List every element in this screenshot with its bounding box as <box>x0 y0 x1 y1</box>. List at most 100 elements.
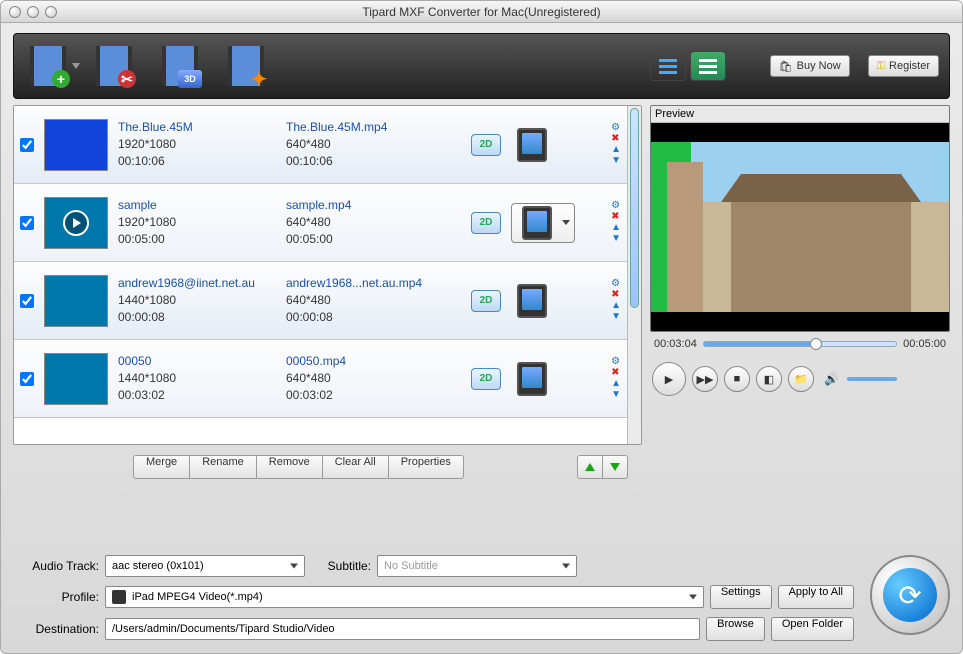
volume-slider[interactable] <box>847 377 897 381</box>
device-select[interactable] <box>511 203 575 243</box>
file-list: The.Blue.45M1920*108000:10:06 The.Blue.4… <box>13 105 642 445</box>
arrow-down-icon[interactable]: ▼ <box>611 234 621 244</box>
ipad-icon <box>517 128 547 162</box>
arrow-up-icon[interactable]: ▲ <box>611 301 621 311</box>
minimize-icon[interactable] <box>27 6 39 18</box>
wand-icon: ✦ <box>250 70 268 88</box>
arrow-down-icon <box>610 463 620 471</box>
table-row[interactable]: The.Blue.45M1920*108000:10:06 The.Blue.4… <box>14 106 627 184</box>
ipad-icon <box>517 362 547 396</box>
gear-icon[interactable]: ⚙ <box>611 279 621 289</box>
three-d-button[interactable]: 3D <box>156 42 204 90</box>
sync-icon: ⟳ <box>883 568 937 622</box>
thumbnail[interactable] <box>44 119 108 171</box>
table-row[interactable]: sample1920*108000:05:00 sample.mp4640*48… <box>14 184 627 262</box>
delete-icon[interactable]: ✖ <box>611 368 621 378</box>
detail-view-button[interactable] <box>690 51 726 81</box>
arrow-up-icon[interactable]: ▲ <box>611 145 621 155</box>
gear-icon[interactable]: ⚙ <box>611 201 621 211</box>
subtitle-select[interactable]: No Subtitle <box>377 555 577 577</box>
delete-icon[interactable]: ✖ <box>611 212 621 222</box>
chevron-down-icon <box>562 220 570 225</box>
row-checkbox[interactable] <box>20 138 34 152</box>
volume-icon[interactable]: 🔊 <box>824 372 839 386</box>
ipad-icon <box>112 590 126 604</box>
move-up-button[interactable] <box>577 455 603 479</box>
table-row[interactable]: 000501440*108000:03:02 00050.mp4640*4800… <box>14 340 627 418</box>
arrow-down-icon[interactable]: ▼ <box>611 390 621 400</box>
key-icon: ⚿ <box>877 60 885 73</box>
ipad-icon <box>522 206 552 240</box>
arrow-down-icon[interactable]: ▼ <box>611 156 621 166</box>
seek-slider[interactable] <box>703 341 897 347</box>
row-checkbox[interactable] <box>20 372 34 386</box>
gear-icon[interactable]: ⚙ <box>611 357 621 367</box>
source-info: sample1920*108000:05:00 <box>118 197 276 247</box>
open-snapshot-folder-button[interactable]: 📁 <box>788 366 814 392</box>
table-row[interactable]: andrew1968@iinet.net.au1440*108000:00:08… <box>14 262 627 340</box>
zoom-icon[interactable] <box>45 6 57 18</box>
row-checkbox[interactable] <box>20 294 34 308</box>
output-info: 00050.mp4640*48000:03:02 <box>286 353 461 403</box>
stop-button[interactable]: ■ <box>724 366 750 392</box>
two-d-badge[interactable]: 2D <box>471 368 501 390</box>
destination-label: Destination: <box>13 622 99 636</box>
scrollbar[interactable] <box>627 106 641 444</box>
destination-input[interactable]: /Users/admin/Documents/Tipard Studio/Vid… <box>105 618 700 640</box>
list-view-button[interactable] <box>650 51 686 81</box>
plus-icon: + <box>52 70 70 88</box>
audio-track-select[interactable]: aac stereo (0x101) <box>105 555 305 577</box>
convert-button[interactable]: ⟳ <box>870 555 950 635</box>
rename-button[interactable]: Rename <box>190 455 257 479</box>
audio-track-label: Audio Track: <box>13 559 99 573</box>
cart-icon: 🛍 <box>779 60 793 73</box>
add-file-button[interactable]: + <box>24 42 72 90</box>
profile-select[interactable]: iPad MPEG4 Video(*.mp4) <box>105 586 704 608</box>
preview-panel: Preview <box>650 105 950 332</box>
three-d-icon: 3D <box>178 70 202 88</box>
move-down-button[interactable] <box>603 455 628 479</box>
output-info: sample.mp4640*48000:05:00 <box>286 197 461 247</box>
trim-button[interactable]: ✂ <box>90 42 138 90</box>
two-d-badge[interactable]: 2D <box>471 290 501 312</box>
main-toolbar: + ✂ 3D ✦ 🛍Buy Now ⚿Register <box>13 33 950 99</box>
clear-all-button[interactable]: Clear All <box>323 455 389 479</box>
preview-video[interactable] <box>651 123 949 331</box>
settings-button[interactable]: Settings <box>710 585 772 609</box>
properties-button[interactable]: Properties <box>389 455 464 479</box>
scissors-icon: ✂ <box>118 70 136 88</box>
row-checkbox[interactable] <box>20 216 34 230</box>
two-d-badge[interactable]: 2D <box>471 212 501 234</box>
next-button[interactable]: ▶▶ <box>692 366 718 392</box>
window-title: Tipard MXF Converter for Mac(Unregistere… <box>362 5 600 19</box>
ipad-icon <box>517 284 547 318</box>
thumbnail[interactable] <box>44 197 108 249</box>
browse-button[interactable]: Browse <box>706 617 765 641</box>
thumbnail[interactable] <box>44 353 108 405</box>
delete-icon[interactable]: ✖ <box>611 134 621 144</box>
play-button[interactable]: ▶ <box>652 362 686 396</box>
arrow-down-icon[interactable]: ▼ <box>611 312 621 322</box>
apply-to-all-button[interactable]: Apply to All <box>778 585 854 609</box>
two-d-badge[interactable]: 2D <box>471 134 501 156</box>
arrow-up-icon <box>585 463 595 471</box>
merge-button[interactable]: Merge <box>133 455 190 479</box>
open-folder-button[interactable]: Open Folder <box>771 617 854 641</box>
chevron-down-icon[interactable] <box>72 63 80 69</box>
source-info: The.Blue.45M1920*108000:10:06 <box>118 119 276 169</box>
register-button[interactable]: ⚿Register <box>868 55 939 77</box>
arrow-up-icon[interactable]: ▲ <box>611 223 621 233</box>
output-info: The.Blue.45M.mp4640*48000:10:06 <box>286 119 461 169</box>
remove-button[interactable]: Remove <box>257 455 323 479</box>
preview-title: Preview <box>651 106 949 123</box>
edit-button[interactable]: ✦ <box>222 42 270 90</box>
subtitle-label: Subtitle: <box>311 559 371 573</box>
thumbnail[interactable] <box>44 275 108 327</box>
snapshot-button[interactable]: ◧ <box>756 366 782 392</box>
delete-icon[interactable]: ✖ <box>611 290 621 300</box>
preview-duration: 00:05:00 <box>903 338 946 350</box>
close-icon[interactable] <box>9 6 21 18</box>
gear-icon[interactable]: ⚙ <box>611 123 621 133</box>
buy-now-button[interactable]: 🛍Buy Now <box>770 55 850 77</box>
arrow-up-icon[interactable]: ▲ <box>611 379 621 389</box>
